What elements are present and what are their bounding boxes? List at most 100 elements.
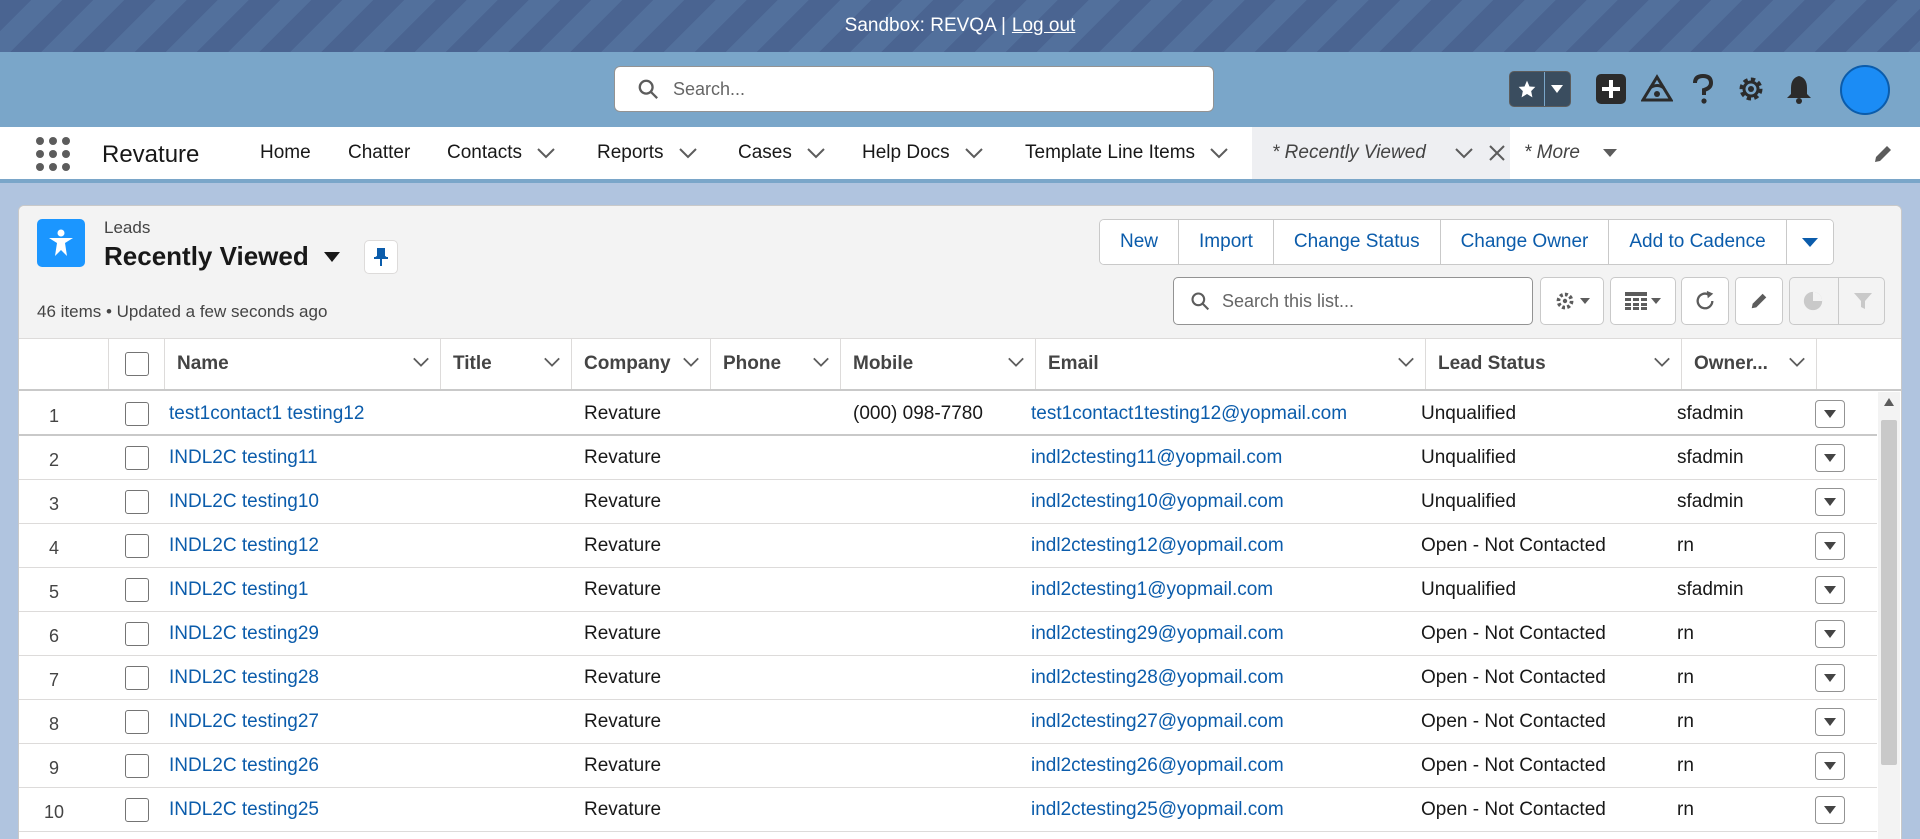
star-icon[interactable] [1510, 72, 1545, 106]
nav-item-reports[interactable]: Reports [597, 127, 698, 179]
lead-email-link[interactable]: indl2ctesting26@yopmail.com [1031, 744, 1284, 788]
chevron-down-icon[interactable] [812, 356, 830, 368]
lead-name-link[interactable]: INDL2C testing12 [169, 524, 319, 568]
more-actions-button[interactable] [1786, 220, 1833, 264]
chevron-down-icon[interactable] [1209, 147, 1229, 159]
lead-name-link[interactable]: INDL2C testing29 [169, 612, 319, 656]
nav-item-chatter[interactable]: Chatter [348, 127, 410, 179]
chevron-down-icon[interactable] [1653, 356, 1671, 368]
lead-name-link[interactable]: INDL2C testing11 [169, 436, 318, 480]
row-checkbox[interactable] [125, 666, 149, 690]
row-actions-button[interactable] [1815, 400, 1845, 428]
row-checkbox[interactable] [125, 622, 149, 646]
row-checkbox[interactable] [125, 446, 149, 470]
row-checkbox[interactable] [125, 578, 149, 602]
lead-name-link[interactable]: test1contact1 testing12 [169, 392, 364, 436]
lead-name-link[interactable]: INDL2C testing1 [169, 568, 308, 612]
lead-email-link[interactable]: indl2ctesting29@yopmail.com [1031, 612, 1284, 656]
row-checkbox[interactable] [125, 754, 149, 778]
column-header-owner[interactable]: Owner... [1682, 339, 1817, 389]
lead-email-link[interactable]: indl2ctesting27@yopmail.com [1031, 700, 1284, 744]
nav-item-template-line-items[interactable]: Template Line Items [1025, 127, 1229, 179]
chevron-down-icon[interactable] [1545, 72, 1570, 106]
pie-chart-icon[interactable] [1802, 290, 1824, 312]
row-actions-button[interactable] [1815, 796, 1845, 824]
chevron-down-icon[interactable] [1454, 147, 1474, 159]
inline-edit-button[interactable] [1735, 277, 1783, 325]
close-icon[interactable] [1488, 144, 1506, 162]
filter-icon[interactable] [1853, 291, 1873, 311]
chevron-down-icon[interactable] [678, 147, 698, 159]
chevron-down-icon[interactable] [964, 147, 984, 159]
scrollbar-thumb[interactable] [1881, 420, 1897, 765]
list-search-input[interactable] [1222, 290, 1522, 312]
list-settings-button[interactable] [1540, 277, 1604, 325]
row-actions-button[interactable] [1815, 664, 1845, 692]
chevron-down-icon[interactable] [543, 356, 561, 368]
caret-down-icon[interactable] [323, 251, 341, 263]
row-checkbox[interactable] [125, 534, 149, 558]
chevron-down-icon[interactable] [536, 147, 556, 159]
lead-email-link[interactable]: indl2ctesting25@yopmail.com [1031, 788, 1284, 832]
lead-name-link[interactable]: INDL2C testing26 [169, 744, 319, 788]
scroll-up-icon[interactable] [1884, 398, 1894, 406]
row-checkbox[interactable] [125, 710, 149, 734]
row-checkbox[interactable] [125, 490, 149, 514]
list-search[interactable] [1173, 277, 1533, 325]
setup-gear-icon[interactable] [1734, 72, 1768, 106]
tab-recently-viewed[interactable]: * Recently Viewed [1252, 127, 1510, 179]
chevron-down-icon[interactable] [1007, 356, 1025, 368]
lead-email-link[interactable]: indl2ctesting10@yopmail.com [1031, 480, 1284, 524]
change-owner-button[interactable]: Change Owner [1440, 220, 1610, 264]
column-header-mobile[interactable]: Mobile [841, 339, 1036, 389]
lead-name-link[interactable]: INDL2C testing27 [169, 700, 319, 744]
lead-name-link[interactable]: INDL2C testing10 [169, 480, 319, 524]
display-as-button[interactable] [1610, 277, 1676, 325]
row-actions-button[interactable] [1815, 620, 1845, 648]
global-search[interactable] [614, 66, 1214, 112]
list-view-selector[interactable]: Recently Viewed [104, 241, 341, 272]
trailhead-icon[interactable] [1640, 72, 1674, 106]
chevron-down-icon[interactable] [682, 356, 700, 368]
chevron-down-icon[interactable] [1788, 356, 1806, 368]
refresh-button[interactable] [1681, 277, 1729, 325]
pin-list-button[interactable] [364, 240, 398, 274]
lead-email-link[interactable]: test1contact1testing12@yopmail.com [1031, 392, 1347, 436]
row-actions-button[interactable] [1815, 576, 1845, 604]
row-actions-button[interactable] [1815, 444, 1845, 472]
column-header-company[interactable]: Company [572, 339, 711, 389]
nav-more[interactable]: * More [1524, 127, 1618, 179]
lead-email-link[interactable]: indl2ctesting12@yopmail.com [1031, 524, 1284, 568]
column-header-phone[interactable]: Phone [711, 339, 841, 389]
lead-name-link[interactable]: INDL2C testing28 [169, 656, 319, 700]
nav-item-help-docs[interactable]: Help Docs [862, 127, 984, 179]
add-icon[interactable] [1594, 72, 1628, 106]
nav-item-cases[interactable]: Cases [738, 127, 826, 179]
column-header-title[interactable]: Title [441, 339, 572, 389]
chevron-down-icon[interactable] [412, 356, 430, 368]
lead-email-link[interactable]: indl2ctesting28@yopmail.com [1031, 656, 1284, 700]
row-actions-button[interactable] [1815, 752, 1845, 780]
nav-item-home[interactable]: Home [260, 127, 311, 179]
row-actions-button[interactable] [1815, 488, 1845, 516]
new-button[interactable]: New [1100, 220, 1180, 264]
row-actions-button[interactable] [1815, 532, 1845, 560]
chevron-down-icon[interactable] [806, 147, 826, 159]
row-actions-button[interactable] [1815, 708, 1845, 736]
nav-item-contacts[interactable]: Contacts [447, 127, 556, 179]
column-header-email[interactable]: Email [1036, 339, 1426, 389]
edit-nav-pencil-icon[interactable] [1872, 143, 1894, 170]
add-to-cadence-button[interactable]: Add to Cadence [1609, 220, 1787, 264]
logout-link[interactable]: Log out [1012, 15, 1075, 37]
change-status-button[interactable]: Change Status [1273, 220, 1441, 264]
lead-name-link[interactable]: INDL2C testing25 [169, 788, 319, 832]
avatar[interactable] [1840, 65, 1890, 115]
lead-email-link[interactable]: indl2ctesting1@yopmail.com [1031, 568, 1273, 612]
column-header-lead-status[interactable]: Lead Status [1426, 339, 1682, 389]
import-button[interactable]: Import [1179, 220, 1274, 264]
select-all-checkbox[interactable] [124, 352, 149, 376]
row-checkbox[interactable] [125, 402, 149, 426]
app-launcher-icon[interactable] [36, 137, 70, 171]
help-icon[interactable] [1686, 72, 1720, 106]
table-scrollbar[interactable] [1878, 392, 1900, 839]
